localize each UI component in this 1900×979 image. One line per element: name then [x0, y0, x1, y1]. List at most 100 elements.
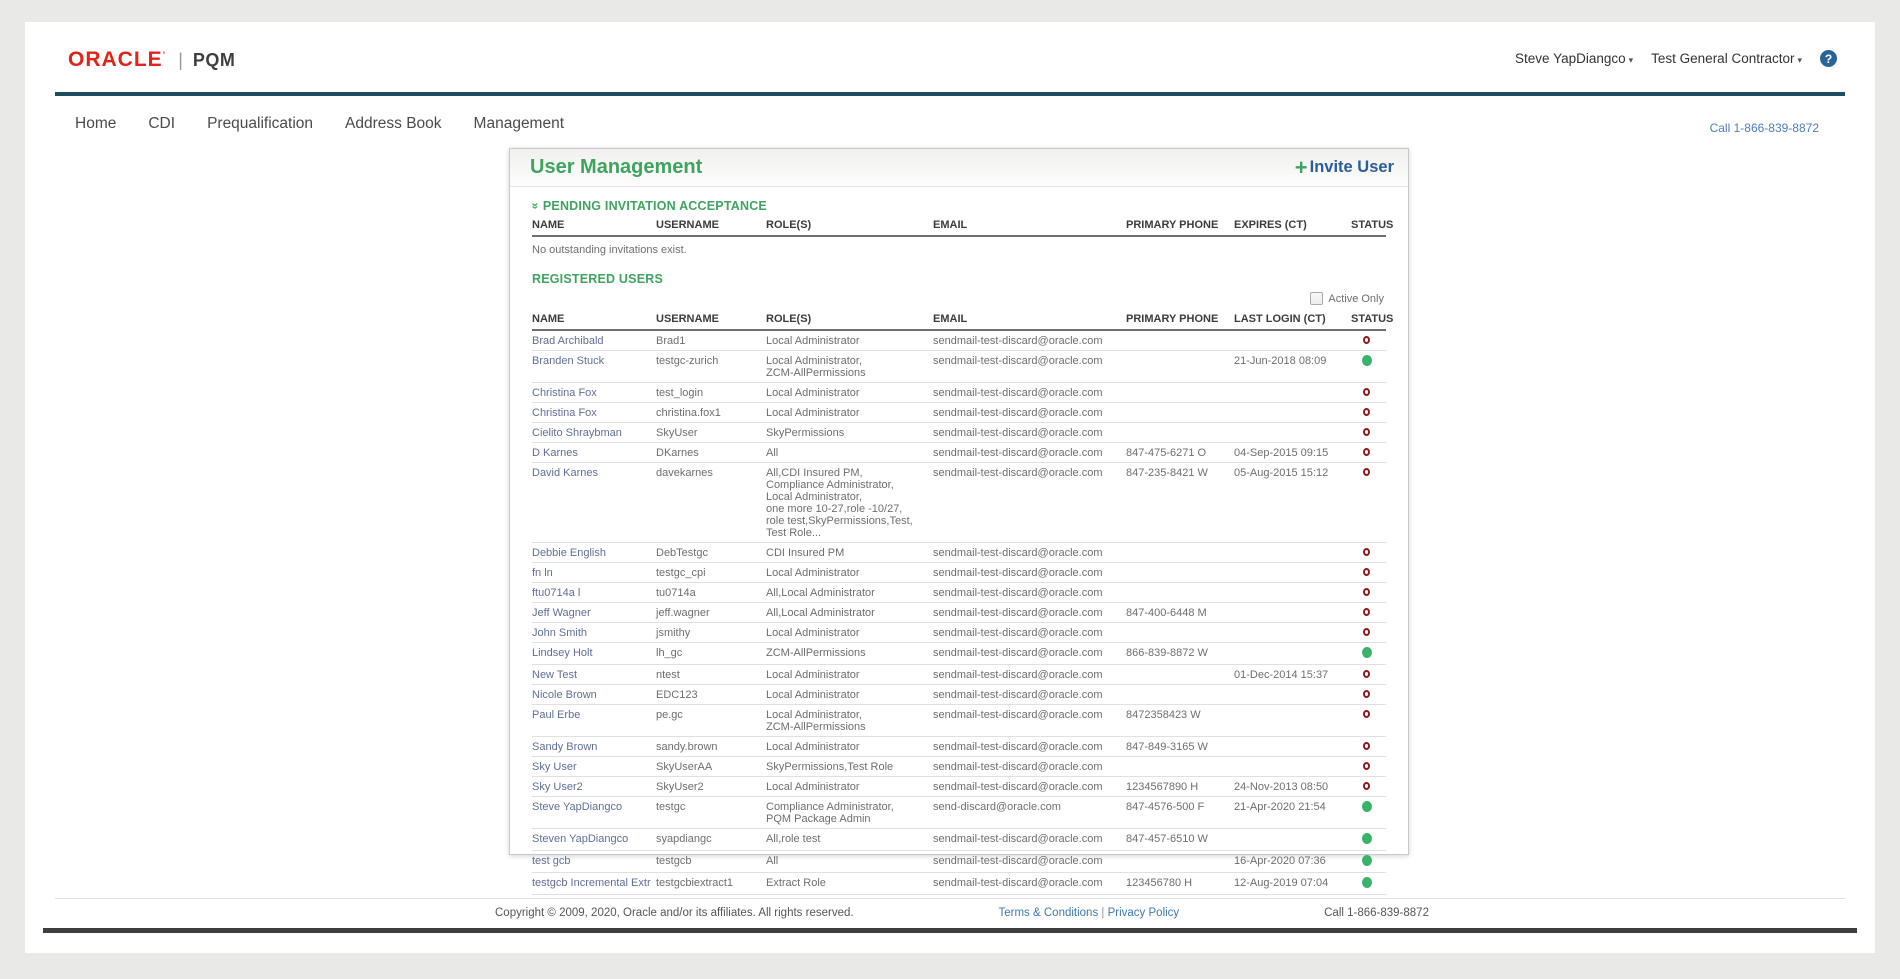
- user-name-link[interactable]: Paul Erbe: [532, 705, 656, 737]
- user-name-link[interactable]: testgcb Incremental Extr: [532, 873, 656, 895]
- registered-section-heading[interactable]: REGISTERED USERS: [532, 272, 1386, 286]
- user-last-login: 21-Apr-2020 21:54: [1234, 797, 1351, 829]
- user-name-link[interactable]: Steven YapDiangco: [532, 829, 656, 851]
- user-name-link[interactable]: David Karnes: [532, 463, 656, 543]
- copyright-text: Copyright © 2009, 2020, Oracle and/or it…: [495, 907, 854, 919]
- status-active-icon: [1362, 833, 1372, 844]
- user-name-link[interactable]: New Test: [532, 665, 656, 685]
- user-name-link[interactable]: Sandy Brown: [532, 737, 656, 757]
- status-inactive-icon: [1363, 628, 1370, 636]
- user-username: testgcb: [656, 851, 766, 873]
- user-primary-phone: 847-4576-500 F: [1126, 797, 1234, 829]
- user-last-login: [1234, 643, 1351, 665]
- active-only-checkbox[interactable]: [1310, 292, 1323, 305]
- user-name-link[interactable]: Sky User2: [532, 777, 656, 797]
- user-name-link[interactable]: Brad Archibald: [532, 330, 656, 351]
- status-inactive-icon: [1363, 428, 1370, 436]
- column-header: NAME: [532, 307, 656, 330]
- registered-table-header-row: NAMEUSERNAMEROLE(S)EMAILPRIMARY PHONELAS…: [532, 307, 1386, 330]
- user-name-link[interactable]: Nicole Brown: [532, 685, 656, 705]
- nav-item-management[interactable]: Management: [474, 115, 564, 133]
- nav-item-address-book[interactable]: Address Book: [345, 115, 442, 133]
- footer-call-link[interactable]: Call 1-866-839-8872: [1324, 907, 1429, 919]
- column-header: ROLE(S): [766, 307, 933, 330]
- user-username: jeff.wagner: [656, 603, 766, 623]
- privacy-link[interactable]: Privacy Policy: [1108, 907, 1180, 919]
- status-inactive-icon: [1363, 408, 1370, 416]
- user-name-link[interactable]: Steve YapDiangco: [532, 797, 656, 829]
- status-cell: [1351, 563, 1386, 583]
- org-menu[interactable]: Test General Contractor▾: [1651, 51, 1802, 66]
- user-primary-phone: 123456780 H: [1126, 873, 1234, 895]
- user-name-link[interactable]: test gcb: [532, 851, 656, 873]
- footer-divider: [55, 898, 1845, 899]
- user-name-link[interactable]: Lindsey Holt: [532, 643, 656, 665]
- user-email: send-discard@oracle.com: [933, 797, 1126, 829]
- user-email: sendmail-test-discard@oracle.com: [933, 777, 1126, 797]
- status-cell: [1351, 383, 1386, 403]
- pending-section-toggle[interactable]: » PENDING INVITATION ACCEPTANCE: [532, 199, 1386, 213]
- status-cell: [1351, 443, 1386, 463]
- user-management-panel: User Management + Invite User » PENDING …: [509, 148, 1409, 855]
- user-roles: CDI Insured PM: [766, 543, 933, 563]
- user-roles: Extract Role: [766, 873, 933, 895]
- user-name-link[interactable]: John Smith: [532, 623, 656, 643]
- user-primary-phone: 866-839-8872 W: [1126, 643, 1234, 665]
- user-email: sendmail-test-discard@oracle.com: [933, 583, 1126, 603]
- user-name-link[interactable]: Cielito Shraybman: [532, 423, 656, 443]
- user-username: davekarnes: [656, 463, 766, 543]
- user-email: sendmail-test-discard@oracle.com: [933, 737, 1126, 757]
- user-menu[interactable]: Steve YapDiangco▾: [1515, 51, 1633, 66]
- user-roles: Local Administrator: [766, 777, 933, 797]
- user-last-login: [1234, 423, 1351, 443]
- brand: ORACLE’ | PQM: [68, 48, 235, 72]
- nav-item-prequalification[interactable]: Prequalification: [207, 115, 313, 133]
- user-name-link[interactable]: Branden Stuck: [532, 351, 656, 383]
- pending-invitations-table: NAMEUSERNAMEROLE(S)EMAILPRIMARY PHONEEXP…: [532, 213, 1386, 237]
- user-name-link[interactable]: Debbie English: [532, 543, 656, 563]
- user-name-link[interactable]: D Karnes: [532, 443, 656, 463]
- user-name-link[interactable]: Jeff Wagner: [532, 603, 656, 623]
- user-email: sendmail-test-discard@oracle.com: [933, 873, 1126, 895]
- user-email: sendmail-test-discard@oracle.com: [933, 463, 1126, 543]
- user-email: sendmail-test-discard@oracle.com: [933, 543, 1126, 563]
- terms-link[interactable]: Terms & Conditions: [999, 907, 1099, 919]
- chevron-down-icon: ▾: [1629, 55, 1634, 65]
- user-email: sendmail-test-discard@oracle.com: [933, 643, 1126, 665]
- user-name-link[interactable]: ftu0714a l: [532, 583, 656, 603]
- status-inactive-icon: [1363, 670, 1370, 678]
- status-cell: [1351, 330, 1386, 351]
- column-header: STATUS: [1351, 213, 1386, 236]
- user-name-link[interactable]: Christina Fox: [532, 403, 656, 423]
- user-last-login: [1234, 705, 1351, 737]
- user-last-login: [1234, 330, 1351, 351]
- table-row: Sky UserSkyUserAASkyPermissions,Test Rol…: [532, 757, 1386, 777]
- user-email: sendmail-test-discard@oracle.com: [933, 623, 1126, 643]
- bottom-bar: [43, 928, 1857, 933]
- user-username: EDC123: [656, 685, 766, 705]
- user-last-login: [1234, 685, 1351, 705]
- status-inactive-icon: [1363, 588, 1370, 596]
- invite-user-button[interactable]: + Invite User: [1295, 158, 1394, 177]
- nav-item-cdi[interactable]: CDI: [148, 115, 175, 133]
- call-phone-link[interactable]: Call 1-866-839-8872: [1710, 121, 1819, 135]
- user-roles: Local Administrator: [766, 685, 933, 705]
- user-last-login: [1234, 603, 1351, 623]
- user-last-login: [1234, 543, 1351, 563]
- user-name-link[interactable]: Christina Fox: [532, 383, 656, 403]
- nav-item-home[interactable]: Home: [75, 115, 116, 133]
- user-roles: Local Administrator: [766, 623, 933, 643]
- help-icon[interactable]: ?: [1820, 50, 1837, 67]
- user-primary-phone: 847-457-6510 W: [1126, 829, 1234, 851]
- table-row: Lindsey Holtlh_gcZCM-AllPermissionssendm…: [532, 643, 1386, 665]
- user-username: pe.gc: [656, 705, 766, 737]
- user-name-link[interactable]: fn ln: [532, 563, 656, 583]
- status-inactive-icon: [1363, 608, 1370, 616]
- table-row: Sandy Brownsandy.brownLocal Administrato…: [532, 737, 1386, 757]
- status-cell: [1351, 403, 1386, 423]
- user-email: sendmail-test-discard@oracle.com: [933, 443, 1126, 463]
- column-header: USERNAME: [656, 213, 766, 236]
- status-cell: [1351, 851, 1386, 873]
- user-roles: Local Administrator: [766, 665, 933, 685]
- user-name-link[interactable]: Sky User: [532, 757, 656, 777]
